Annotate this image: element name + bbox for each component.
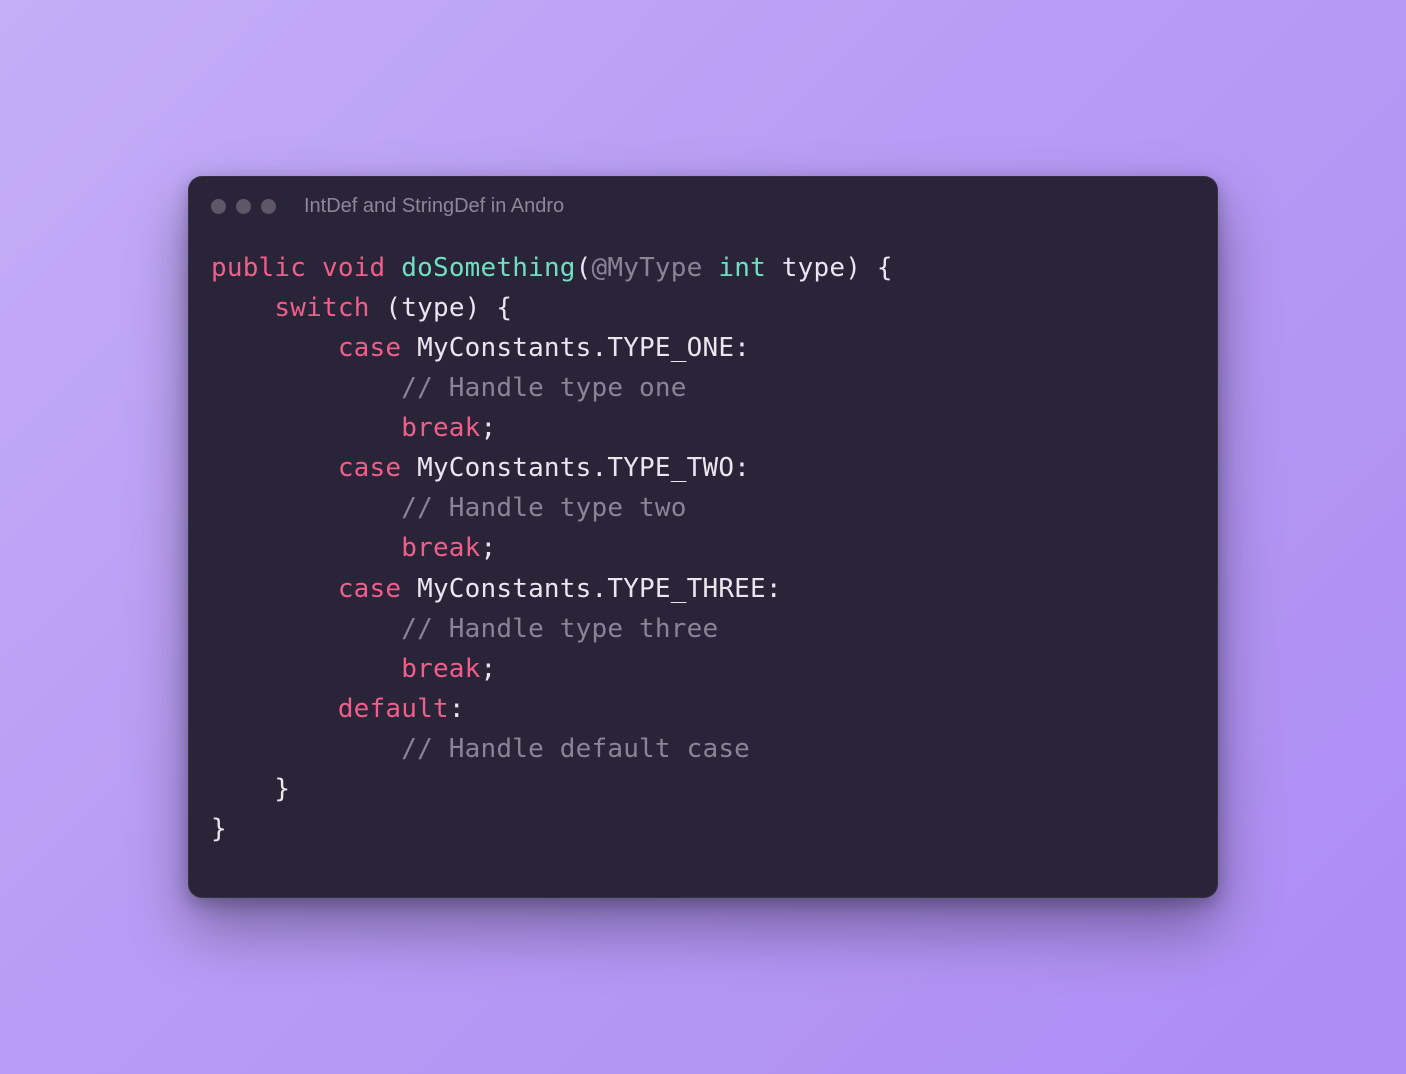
annotation: @MyType	[592, 253, 703, 283]
semicolon: ;	[481, 533, 497, 563]
indent	[211, 734, 401, 764]
code-block[interactable]: public void doSomething(@MyType int type…	[189, 226, 1217, 896]
paren-close-brace: ) {	[845, 253, 893, 283]
switch-paren: (type) {	[370, 293, 513, 323]
keyword-break: break	[401, 654, 480, 684]
indent	[211, 614, 401, 644]
titlebar: IntDef and StringDef in Andro	[189, 177, 1217, 226]
minimize-icon[interactable]	[236, 199, 251, 214]
indent	[211, 453, 338, 483]
comment: // Handle type one	[401, 373, 686, 403]
window-title: IntDef and StringDef in Andro	[304, 195, 564, 218]
maximize-icon[interactable]	[261, 199, 276, 214]
close-icon[interactable]	[211, 199, 226, 214]
indent	[211, 574, 338, 604]
close-brace: }	[211, 814, 227, 844]
case-value: MyConstants.TYPE_ONE:	[401, 333, 750, 363]
param-name: type	[782, 253, 845, 283]
indent	[211, 533, 401, 563]
indent	[211, 493, 401, 523]
comment: // Handle type two	[401, 493, 686, 523]
indent	[211, 333, 338, 363]
semicolon: ;	[481, 654, 497, 684]
function-name: doSomething	[401, 253, 575, 283]
comment: // Handle type three	[401, 614, 718, 644]
indent	[211, 694, 338, 724]
keyword-void: void	[322, 253, 385, 283]
type-int: int	[718, 253, 766, 283]
colon: :	[449, 694, 465, 724]
indent	[211, 293, 274, 323]
indent	[211, 413, 401, 443]
case-value: MyConstants.TYPE_THREE:	[401, 574, 781, 604]
semicolon: ;	[481, 413, 497, 443]
indent	[211, 373, 401, 403]
keyword-case: case	[338, 574, 401, 604]
keyword-switch: switch	[274, 293, 369, 323]
keyword-case: case	[338, 333, 401, 363]
keyword-break: break	[401, 533, 480, 563]
code-window: IntDef and StringDef in Andro public voi…	[188, 176, 1218, 897]
close-brace: }	[211, 774, 290, 804]
keyword-case: case	[338, 453, 401, 483]
paren-open: (	[576, 253, 592, 283]
keyword-break: break	[401, 413, 480, 443]
keyword-public: public	[211, 253, 306, 283]
indent	[211, 654, 401, 684]
comment: // Handle default case	[401, 734, 750, 764]
traffic-lights	[211, 199, 276, 214]
case-value: MyConstants.TYPE_TWO:	[401, 453, 750, 483]
keyword-default: default	[338, 694, 449, 724]
